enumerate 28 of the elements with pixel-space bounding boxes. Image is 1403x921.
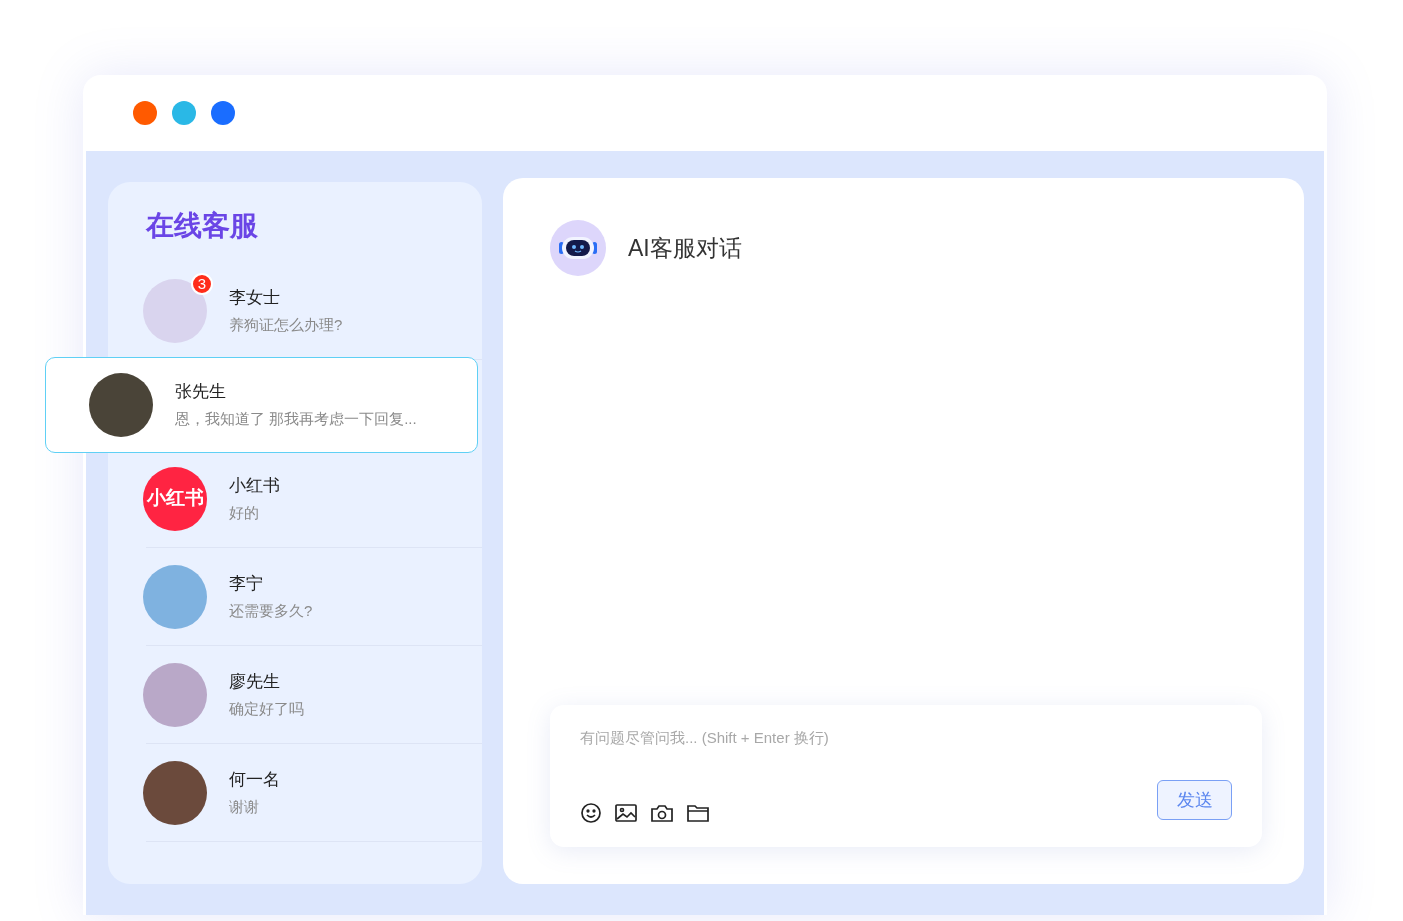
chat-title: AI客服对话	[628, 233, 742, 263]
contact-item[interactable]: 何一名 谢谢	[143, 744, 482, 841]
contact-item[interactable]: 李宁 还需要多久?	[143, 548, 482, 645]
contact-name: 张先生	[175, 381, 227, 403]
last-message: 谢谢	[229, 796, 260, 817]
contact-item[interactable]: 廖先生 确定好了吗	[143, 646, 482, 743]
contact-item[interactable]: 3 李女士 养狗证怎么办理?	[143, 262, 482, 359]
folder-icon[interactable]	[687, 803, 709, 823]
contact-name: 廖先生	[229, 670, 281, 693]
robot-icon	[550, 220, 606, 276]
camera-icon[interactable]	[650, 803, 674, 823]
last-message: 确定好了吗	[229, 698, 304, 719]
unread-badge: 3	[191, 272, 213, 295]
contact-name: 何一名	[229, 768, 280, 791]
contact-name: 小红书	[229, 474, 280, 497]
app-logo-avatar: 小红书	[143, 466, 207, 531]
contact-name: 李女士	[229, 286, 281, 309]
contact-item[interactable]: 张先生 恩，我知道了 那我再考虑一下回复...	[45, 357, 478, 453]
last-message: 恩，我知道了 那我再考虑一下回复...	[175, 409, 417, 429]
last-message: 养狗证怎么办理?	[229, 314, 343, 335]
image-icon[interactable]	[615, 803, 637, 823]
panel-title: 在线客服	[146, 209, 258, 243]
message-input[interactable]: 有问题尽管问我... (Shift + Enter 换行)	[580, 727, 1232, 750]
last-message: 好的	[229, 502, 260, 523]
contact-item[interactable]: 小红书 小红书 好的	[143, 450, 482, 547]
contact-name: 李宁	[229, 572, 264, 595]
last-message: 还需要多久?	[229, 600, 313, 621]
emoji-icon[interactable]	[580, 802, 602, 824]
